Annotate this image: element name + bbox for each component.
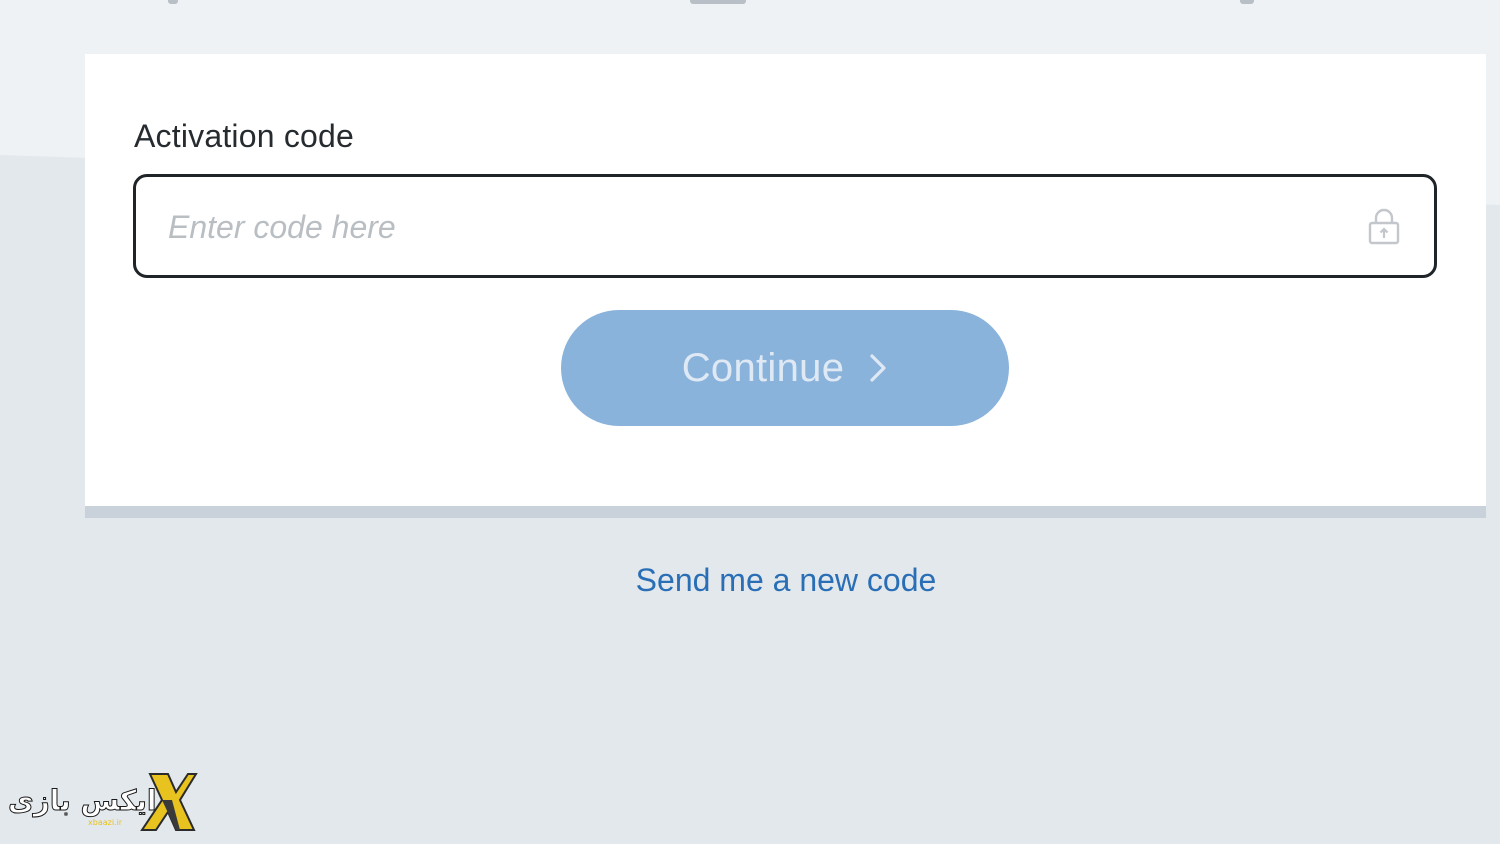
send-new-code-link[interactable]: Send me a new code — [0, 562, 1500, 599]
activation-code-field[interactable] — [133, 174, 1437, 278]
lock-icon — [1368, 208, 1400, 245]
activation-code-input[interactable] — [166, 195, 1350, 259]
watermark-subtext: xbaazi.ir — [88, 818, 123, 827]
card-bottom-edge — [85, 506, 1486, 518]
activation-code-label: Activation code — [134, 118, 355, 154]
top-edge-mark — [690, 0, 746, 4]
watermark-logo: ایکس بازی xbaazi.ir — [8, 770, 198, 834]
top-edge-mark — [168, 0, 178, 4]
continue-button-label: Continue — [681, 345, 845, 390]
chevron-right-icon — [870, 354, 886, 382]
activation-card: Activation code Continue — [85, 54, 1486, 506]
watermark-text: ایکس بازی — [8, 784, 158, 818]
top-edge-mark — [1240, 0, 1254, 4]
continue-button[interactable]: Continue — [561, 310, 1009, 426]
